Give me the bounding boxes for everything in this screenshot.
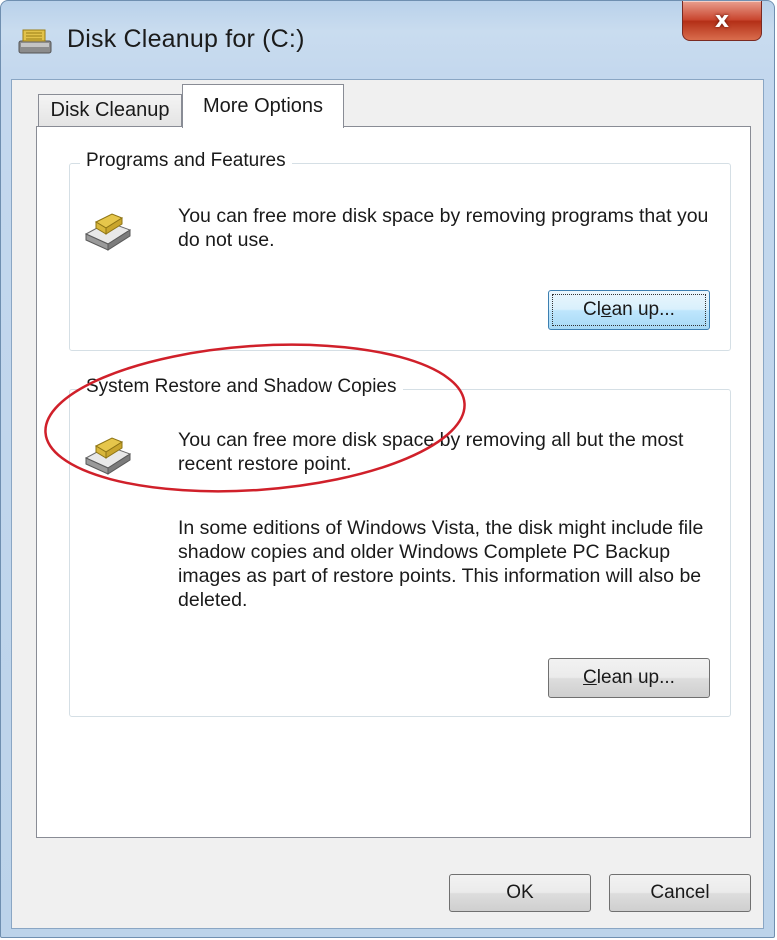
programs-and-features-group: Programs and Features You can free more …: [69, 150, 731, 351]
tab-more-options-label: More Options: [202, 95, 324, 117]
dialog-window: Disk Cleanup for (C:) x Disk Cleanup Mor…: [0, 0, 775, 938]
dialog-client-area: Disk Cleanup More Options Programs and F…: [11, 79, 764, 929]
restore-clean-up-button[interactable]: Clean up...: [548, 658, 710, 698]
title-bar[interactable]: Disk Cleanup for (C:) x: [1, 1, 774, 79]
close-button[interactable]: x: [682, 1, 762, 41]
system-restore-group: System Restore and Shadow Copies You can…: [69, 376, 731, 717]
tab-disk-cleanup[interactable]: Disk Cleanup: [38, 94, 182, 126]
clean-up-label-after: an up...: [611, 299, 675, 320]
window-title: Disk Cleanup for (C:): [67, 25, 305, 53]
clean-up-mnemonic: e: [600, 299, 612, 320]
disk-cleanup-icon: [18, 29, 52, 54]
clean-up-label-after: lean up...: [596, 667, 675, 688]
close-icon: x: [714, 8, 730, 33]
programs-description: You can free more disk space by removing…: [178, 205, 709, 251]
restore-extra-info: In some editions of Windows Vista, the d…: [178, 517, 704, 611]
cancel-button[interactable]: Cancel: [609, 874, 751, 912]
restore-group-title: System Restore and Shadow Copies: [80, 376, 403, 398]
programs-clean-up-button[interactable]: Cl e an up...: [548, 290, 710, 330]
clean-up-mnemonic: C: [583, 667, 597, 688]
tab-more-options[interactable]: More Options: [182, 84, 344, 128]
restore-description: You can free more disk space by removing…: [178, 429, 684, 475]
programs-group-title: Programs and Features: [80, 150, 292, 172]
ok-button[interactable]: OK: [449, 874, 591, 912]
drive-icon: [84, 437, 132, 475]
more-options-page: Programs and Features You can free more …: [36, 126, 751, 838]
drive-icon: [84, 213, 132, 251]
tab-disk-cleanup-label: Disk Cleanup: [50, 99, 170, 121]
clean-up-label-before: Cl: [583, 299, 601, 320]
